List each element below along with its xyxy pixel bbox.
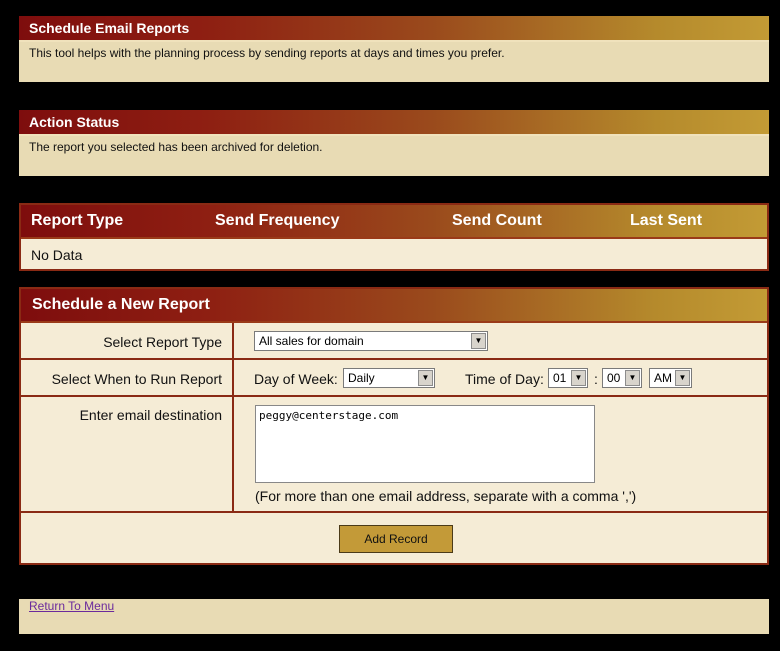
report-type-row: Select Report Type All sales for domain …: [21, 323, 767, 360]
report-type-select[interactable]: All sales for domain ▼: [254, 331, 488, 351]
column-report-type: Report Type: [31, 212, 124, 229]
email-destination-input[interactable]: peggy@centerstage.com: [255, 405, 595, 483]
chevron-down-icon: ▼: [418, 370, 433, 386]
day-of-week-label: Day of Week:: [254, 371, 338, 387]
time-of-day-label: Time of Day:: [465, 371, 544, 387]
hour-select[interactable]: 01 ▼: [548, 368, 588, 388]
run-time-label: Select When to Run Report: [21, 360, 234, 395]
action-status-message: The report you selected has been archive…: [29, 140, 323, 154]
ampm-select[interactable]: AM ▼: [649, 368, 692, 388]
report-table-header: Report Type Send Frequency Send Count La…: [21, 205, 767, 239]
email-label: Enter email destination: [21, 397, 234, 511]
new-report-title: Schedule a New Report: [21, 289, 767, 323]
schedule-info-title: Schedule Email Reports: [19, 16, 769, 42]
report-type-label: Select Report Type: [21, 323, 234, 358]
action-status-panel: Action Status The report you selected ha…: [19, 110, 769, 176]
run-time-row: Select When to Run Report Day of Week: D…: [21, 360, 767, 397]
chevron-down-icon: ▼: [571, 370, 586, 386]
report-table: Report Type Send Frequency Send Count La…: [19, 203, 769, 271]
schedule-info-description: This tool helps with the planning proces…: [29, 46, 505, 60]
minute-select[interactable]: 00 ▼: [602, 368, 642, 388]
action-status-title: Action Status: [19, 110, 769, 136]
column-last-sent: Last Sent: [630, 212, 703, 229]
chevron-down-icon: ▼: [625, 370, 640, 386]
chevron-down-icon: ▼: [675, 370, 690, 386]
table-empty-row: No Data: [31, 247, 83, 263]
column-send-count: Send Count: [452, 212, 542, 229]
footer-panel: Return To Menu: [19, 599, 769, 634]
schedule-info-panel: Schedule Email Reports This tool helps w…: [19, 16, 769, 82]
email-hint: (For more than one email address, separa…: [255, 488, 637, 504]
email-row: Enter email destination peggy@centerstag…: [21, 397, 767, 513]
chevron-down-icon: ▼: [471, 333, 486, 349]
time-separator: :: [594, 371, 598, 387]
submit-row: Add Record: [21, 513, 767, 563]
return-to-menu-link[interactable]: Return To Menu: [29, 599, 114, 613]
add-record-button[interactable]: Add Record: [339, 525, 453, 553]
day-of-week-select[interactable]: Daily ▼: [343, 368, 435, 388]
new-report-form: Schedule a New Report Select Report Type…: [19, 287, 769, 565]
column-send-frequency: Send Frequency: [215, 212, 340, 229]
